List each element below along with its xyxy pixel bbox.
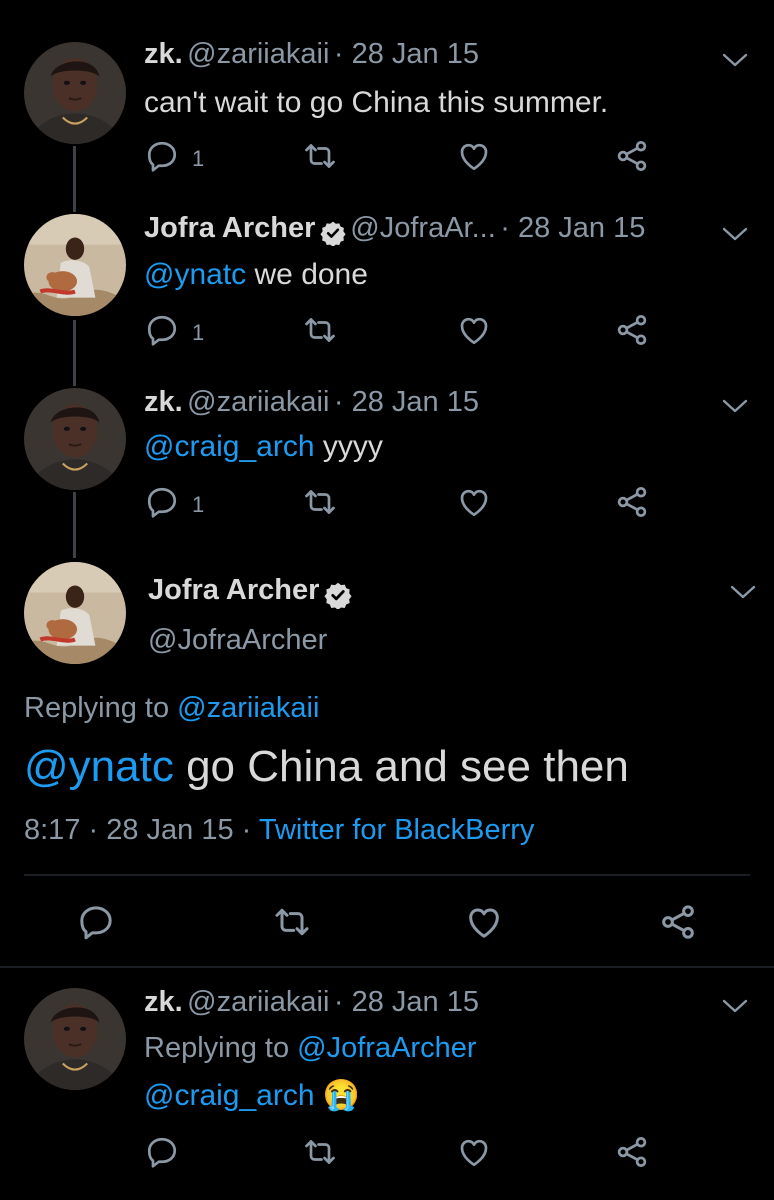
display-name[interactable]: Jofra Archer [148,574,319,606]
replying-to: Replying to @zariiakaii [24,692,320,724]
tweet-text: can't wait to go China this summer. [144,86,609,119]
share-icon[interactable] [614,1134,650,1170]
tweet-header: zk. @zariiakaii · 28 Jan 15 [144,986,479,1019]
display-name[interactable]: zk. [144,986,183,1018]
thread-connector [73,492,76,558]
focused-author: Jofra Archer [148,574,352,609]
timestamp[interactable]: · 28 Jan 15 [334,38,479,70]
handle[interactable]: @zariiakaii [187,386,329,418]
retweet-icon[interactable] [272,902,312,942]
like-icon[interactable] [456,312,492,348]
display-name[interactable]: zk. [144,386,183,418]
like-icon[interactable] [456,138,492,174]
crying-emoji: 😭 [322,1079,361,1112]
reply-icon[interactable] [144,312,180,348]
timestamp[interactable]: 8:17 · 28 Jan 15 · [24,814,259,846]
handle[interactable]: @JofraAr... [350,212,495,244]
reply-count: 1 [192,320,205,345]
share-icon[interactable] [614,312,650,348]
focused-text: @ynatc go China and see then [24,742,629,791]
avatar[interactable] [24,562,126,664]
timestamp[interactable]: · 28 Jan 15 [334,386,479,418]
avatar[interactable] [24,388,126,490]
like-icon[interactable] [456,484,492,520]
like-icon[interactable] [464,902,504,942]
retweet-icon[interactable] [302,484,338,520]
focused-meta: 8:17 · 28 Jan 15 · Twitter for BlackBerr… [24,814,534,847]
display-name[interactable]: zk. [144,38,183,70]
reply-count: 1 [192,492,205,517]
share-icon[interactable] [614,484,650,520]
timestamp[interactable]: · 28 Jan 15 [334,986,479,1018]
reply-icon[interactable] [144,1134,180,1170]
retweet-icon[interactable] [302,1134,338,1170]
share-icon[interactable] [658,902,698,942]
handle[interactable]: @zariiakaii [187,986,329,1018]
reply-icon[interactable] [144,484,180,520]
chevron-down-icon[interactable] [722,998,748,1014]
avatar[interactable] [24,42,126,144]
mention-link[interactable]: @craig_arch [144,430,315,463]
tweet-header: zk. @zariiakaii · 28 Jan 15 [144,38,479,71]
mention-link[interactable]: @ynatc [24,742,174,791]
tweet-header: zk. @zariiakaii · 28 Jan 15 [144,386,479,419]
timestamp[interactable]: · 28 Jan 15 [500,212,645,244]
tweet-text: @craig_arch yyyy [144,430,383,463]
thread-connector [73,320,76,386]
avatar[interactable] [24,214,126,316]
reply-count: 1 [192,146,205,171]
verified-badge-icon [324,581,352,609]
reply-icon[interactable] [76,902,116,942]
replying-to-link[interactable]: @JofraArcher [297,1032,476,1064]
divider [0,966,774,968]
handle[interactable]: @zariiakaii [187,38,329,70]
chevron-down-icon[interactable] [722,52,748,68]
reply-icon[interactable] [144,138,180,174]
chevron-down-icon[interactable] [722,226,748,242]
tweet-text: @ynatc we done [144,258,368,291]
share-icon[interactable] [614,138,650,174]
divider [24,874,750,876]
source-link[interactable]: Twitter for BlackBerry [259,814,535,846]
verified-badge-icon [320,220,346,246]
mention-link[interactable]: @ynatc [144,258,246,291]
avatar[interactable] [24,988,126,1090]
retweet-icon[interactable] [302,138,338,174]
chevron-down-icon[interactable] [730,584,756,600]
chevron-down-icon[interactable] [722,398,748,414]
mention-link[interactable]: @craig_arch [144,1079,315,1112]
replying-to: Replying to @JofraArcher [144,1032,477,1064]
display-name[interactable]: Jofra Archer [144,212,315,244]
tweet-text: @craig_arch 😭 [144,1078,360,1113]
thread-connector [73,146,76,212]
retweet-icon[interactable] [302,312,338,348]
handle[interactable]: @JofraArcher [148,624,327,657]
tweet-header: Jofra Archer @JofraAr... · 28 Jan 15 [144,212,645,246]
replying-to-link[interactable]: @zariiakaii [177,692,319,724]
like-icon[interactable] [456,1134,492,1170]
